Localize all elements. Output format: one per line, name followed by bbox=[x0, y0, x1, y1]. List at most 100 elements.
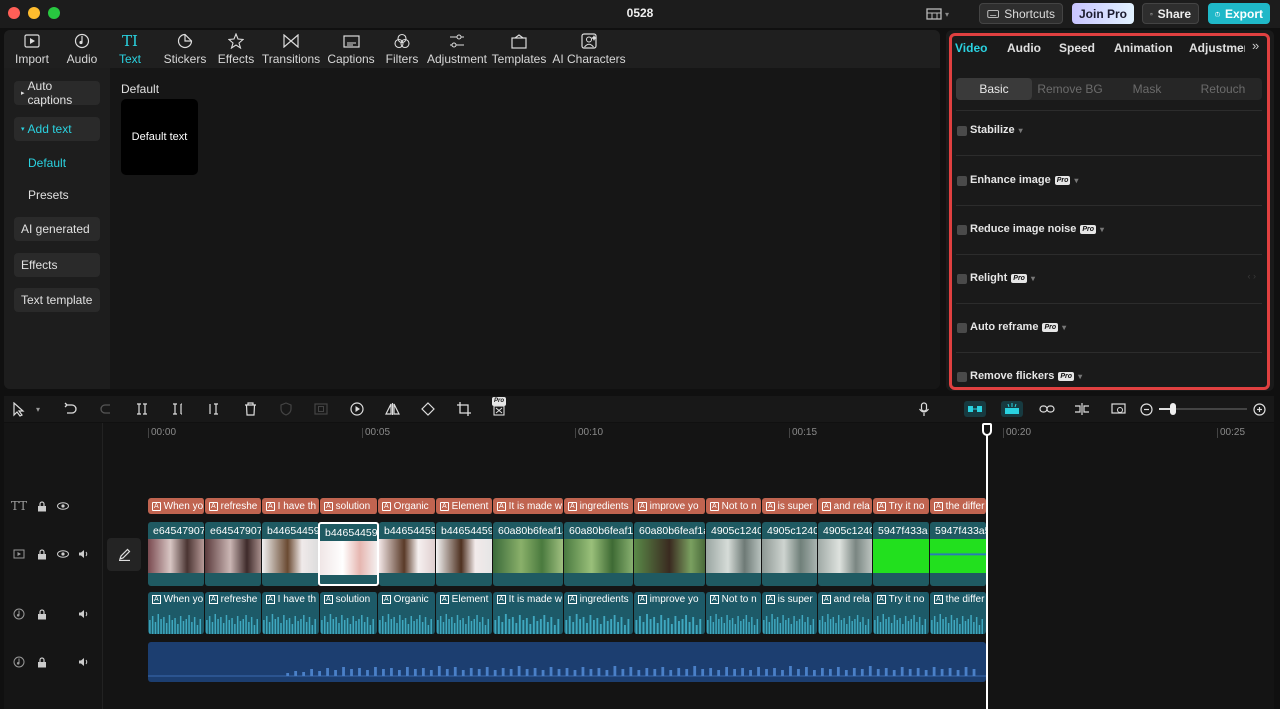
export-button[interactable]: Export bbox=[1208, 3, 1270, 24]
microphone-icon[interactable] bbox=[916, 401, 932, 417]
stabilize-checkbox[interactable] bbox=[957, 126, 967, 136]
playhead[interactable] bbox=[986, 424, 988, 709]
shortcuts-button[interactable]: Shortcuts bbox=[979, 3, 1063, 24]
thumbnail-mode-icon[interactable] bbox=[1110, 401, 1126, 417]
layout-button[interactable]: ▾ bbox=[926, 6, 956, 22]
add-text-button[interactable]: ▾ Add text bbox=[14, 117, 100, 141]
play-speed-icon[interactable] bbox=[349, 401, 365, 417]
delete-icon[interactable] bbox=[242, 401, 258, 417]
audio-clip[interactable]: Aimprove yo bbox=[634, 592, 706, 634]
lock-icon[interactable] bbox=[35, 547, 49, 561]
inspector-tab-adjustment[interactable]: Adjustmen bbox=[1189, 41, 1245, 55]
ai-generated-button[interactable]: AI generated bbox=[14, 217, 100, 241]
auto-captions-button[interactable]: ▸ Auto captions bbox=[14, 79, 100, 107]
reduce-image-noise-checkbox[interactable] bbox=[957, 225, 967, 235]
video-clip[interactable]: 4905c1240 bbox=[818, 522, 873, 586]
split-icon[interactable] bbox=[134, 401, 150, 417]
auto-snap-toggle[interactable] bbox=[1001, 401, 1023, 417]
effects-button[interactable]: Effects bbox=[14, 253, 100, 277]
tab-adjustment[interactable]: Adjustment bbox=[427, 32, 487, 66]
text-clip[interactable]: Aingredients bbox=[564, 498, 634, 514]
subtab-mask[interactable]: Mask bbox=[1109, 78, 1185, 100]
audio-clip[interactable]: A Not to n bbox=[706, 592, 762, 634]
tab-ai-characters[interactable]: AI Characters bbox=[552, 32, 626, 66]
audio-clip[interactable]: Aand rela bbox=[818, 592, 873, 634]
video-clip[interactable]: b44654459 bbox=[436, 522, 493, 586]
lock-icon[interactable] bbox=[35, 499, 49, 513]
zoom-in-icon[interactable] bbox=[1251, 401, 1267, 417]
audio-clip[interactable]: A Element bbox=[436, 592, 493, 634]
edit-cover-button[interactable] bbox=[107, 538, 141, 571]
main-track-magnet-toggle[interactable] bbox=[964, 401, 986, 417]
text-clip[interactable]: A It is made w bbox=[493, 498, 564, 514]
preview-axis-icon[interactable] bbox=[1074, 401, 1090, 417]
text-clip[interactable]: A Element bbox=[436, 498, 493, 514]
text-clip[interactable]: Ais super bbox=[762, 498, 818, 514]
text-clip[interactable]: A Not to n bbox=[706, 498, 762, 514]
audio-clip[interactable]: Asolution bbox=[320, 592, 378, 634]
audio-clip[interactable]: A Try it no bbox=[873, 592, 930, 634]
sidebar-item-presets[interactable]: Presets bbox=[28, 188, 69, 202]
tab-stickers[interactable]: Stickers bbox=[160, 32, 210, 66]
eye-icon[interactable] bbox=[56, 499, 70, 513]
zoom-slider[interactable] bbox=[1159, 403, 1247, 415]
background-music-clip[interactable] bbox=[148, 642, 986, 682]
video-clip[interactable]: 4905c1240 bbox=[706, 522, 762, 586]
auto-reframe-checkbox[interactable] bbox=[957, 323, 967, 333]
text-template-button[interactable]: Text template bbox=[14, 288, 100, 312]
undo-icon[interactable] bbox=[62, 401, 78, 417]
audio-clip[interactable]: Aingredients bbox=[564, 592, 634, 634]
sidebar-item-default[interactable]: Default bbox=[28, 156, 66, 170]
more-tabs-icon[interactable]: » bbox=[1252, 38, 1259, 53]
remove-flickers-checkbox[interactable] bbox=[957, 372, 967, 382]
speaker-icon[interactable] bbox=[77, 607, 91, 621]
link-icon[interactable] bbox=[1039, 401, 1055, 417]
inspector-tab-audio[interactable]: Audio bbox=[1007, 41, 1041, 55]
join-pro-button[interactable]: Join Pro bbox=[1072, 3, 1134, 24]
tab-templates[interactable]: Templates bbox=[492, 32, 546, 66]
relight-checkbox[interactable] bbox=[957, 274, 967, 284]
chevron-down-icon[interactable]: ▾ bbox=[1019, 126, 1023, 135]
tab-filters[interactable]: Filters bbox=[382, 32, 422, 66]
subtab-remove-bg[interactable]: Remove BG bbox=[1032, 78, 1108, 100]
text-clip[interactable]: A When yo bbox=[148, 498, 205, 514]
video-clip[interactable]: e64547907 bbox=[148, 522, 205, 586]
zoom-slider-handle[interactable] bbox=[1170, 403, 1176, 415]
video-clip[interactable]: 60a80b6feaf1a bbox=[564, 522, 634, 586]
video-clip[interactable]: 60a80b6feaf1a bbox=[634, 522, 706, 586]
playhead-handle[interactable] bbox=[982, 423, 992, 436]
rotate-icon[interactable] bbox=[420, 401, 436, 417]
zoom-out-icon[interactable] bbox=[1138, 401, 1154, 417]
shield-icon[interactable] bbox=[278, 401, 294, 417]
audio-clip[interactable]: Athe differ bbox=[930, 592, 987, 634]
text-clip[interactable]: Aimprove yo bbox=[634, 498, 706, 514]
tab-import[interactable]: Import bbox=[12, 32, 52, 66]
video-clip[interactable]: b44654459 bbox=[379, 522, 436, 586]
redo-icon[interactable] bbox=[99, 401, 115, 417]
video-clip[interactable]: b44654459 bbox=[262, 522, 320, 586]
audio-clip[interactable]: AI have th bbox=[262, 592, 320, 634]
select-tool-icon[interactable] bbox=[10, 401, 26, 417]
video-clip[interactable]: 60a80b6feaf1a bbox=[493, 522, 564, 586]
tab-audio[interactable]: Audio bbox=[62, 32, 102, 66]
speaker-icon[interactable] bbox=[77, 547, 91, 561]
lock-icon[interactable] bbox=[35, 655, 49, 669]
enhance-image-checkbox[interactable] bbox=[957, 176, 967, 186]
crop-icon[interactable] bbox=[456, 401, 472, 417]
mirror-icon[interactable] bbox=[384, 401, 400, 417]
text-clip[interactable]: A Organic bbox=[378, 498, 436, 514]
split-right-icon[interactable] bbox=[205, 401, 221, 417]
tab-effects[interactable]: Effects bbox=[213, 32, 259, 66]
subtab-basic[interactable]: Basic bbox=[956, 78, 1032, 100]
video-clip[interactable]: e64547907 bbox=[205, 522, 262, 586]
audio-clip[interactable]: Ais super bbox=[762, 592, 818, 634]
text-clip[interactable]: Aand rela bbox=[818, 498, 873, 514]
audio-clip[interactable]: A When yo bbox=[148, 592, 205, 634]
tab-transitions[interactable]: Transitions bbox=[261, 32, 321, 66]
text-clip[interactable]: Arefreshe bbox=[205, 498, 262, 514]
audio-clip[interactable]: A It is made w bbox=[493, 592, 564, 634]
chevron-down-icon[interactable]: ▾ bbox=[30, 401, 46, 417]
text-clip[interactable]: Athe differ bbox=[930, 498, 987, 514]
eye-icon[interactable] bbox=[56, 547, 70, 561]
tab-captions[interactable]: Captions bbox=[326, 32, 376, 66]
